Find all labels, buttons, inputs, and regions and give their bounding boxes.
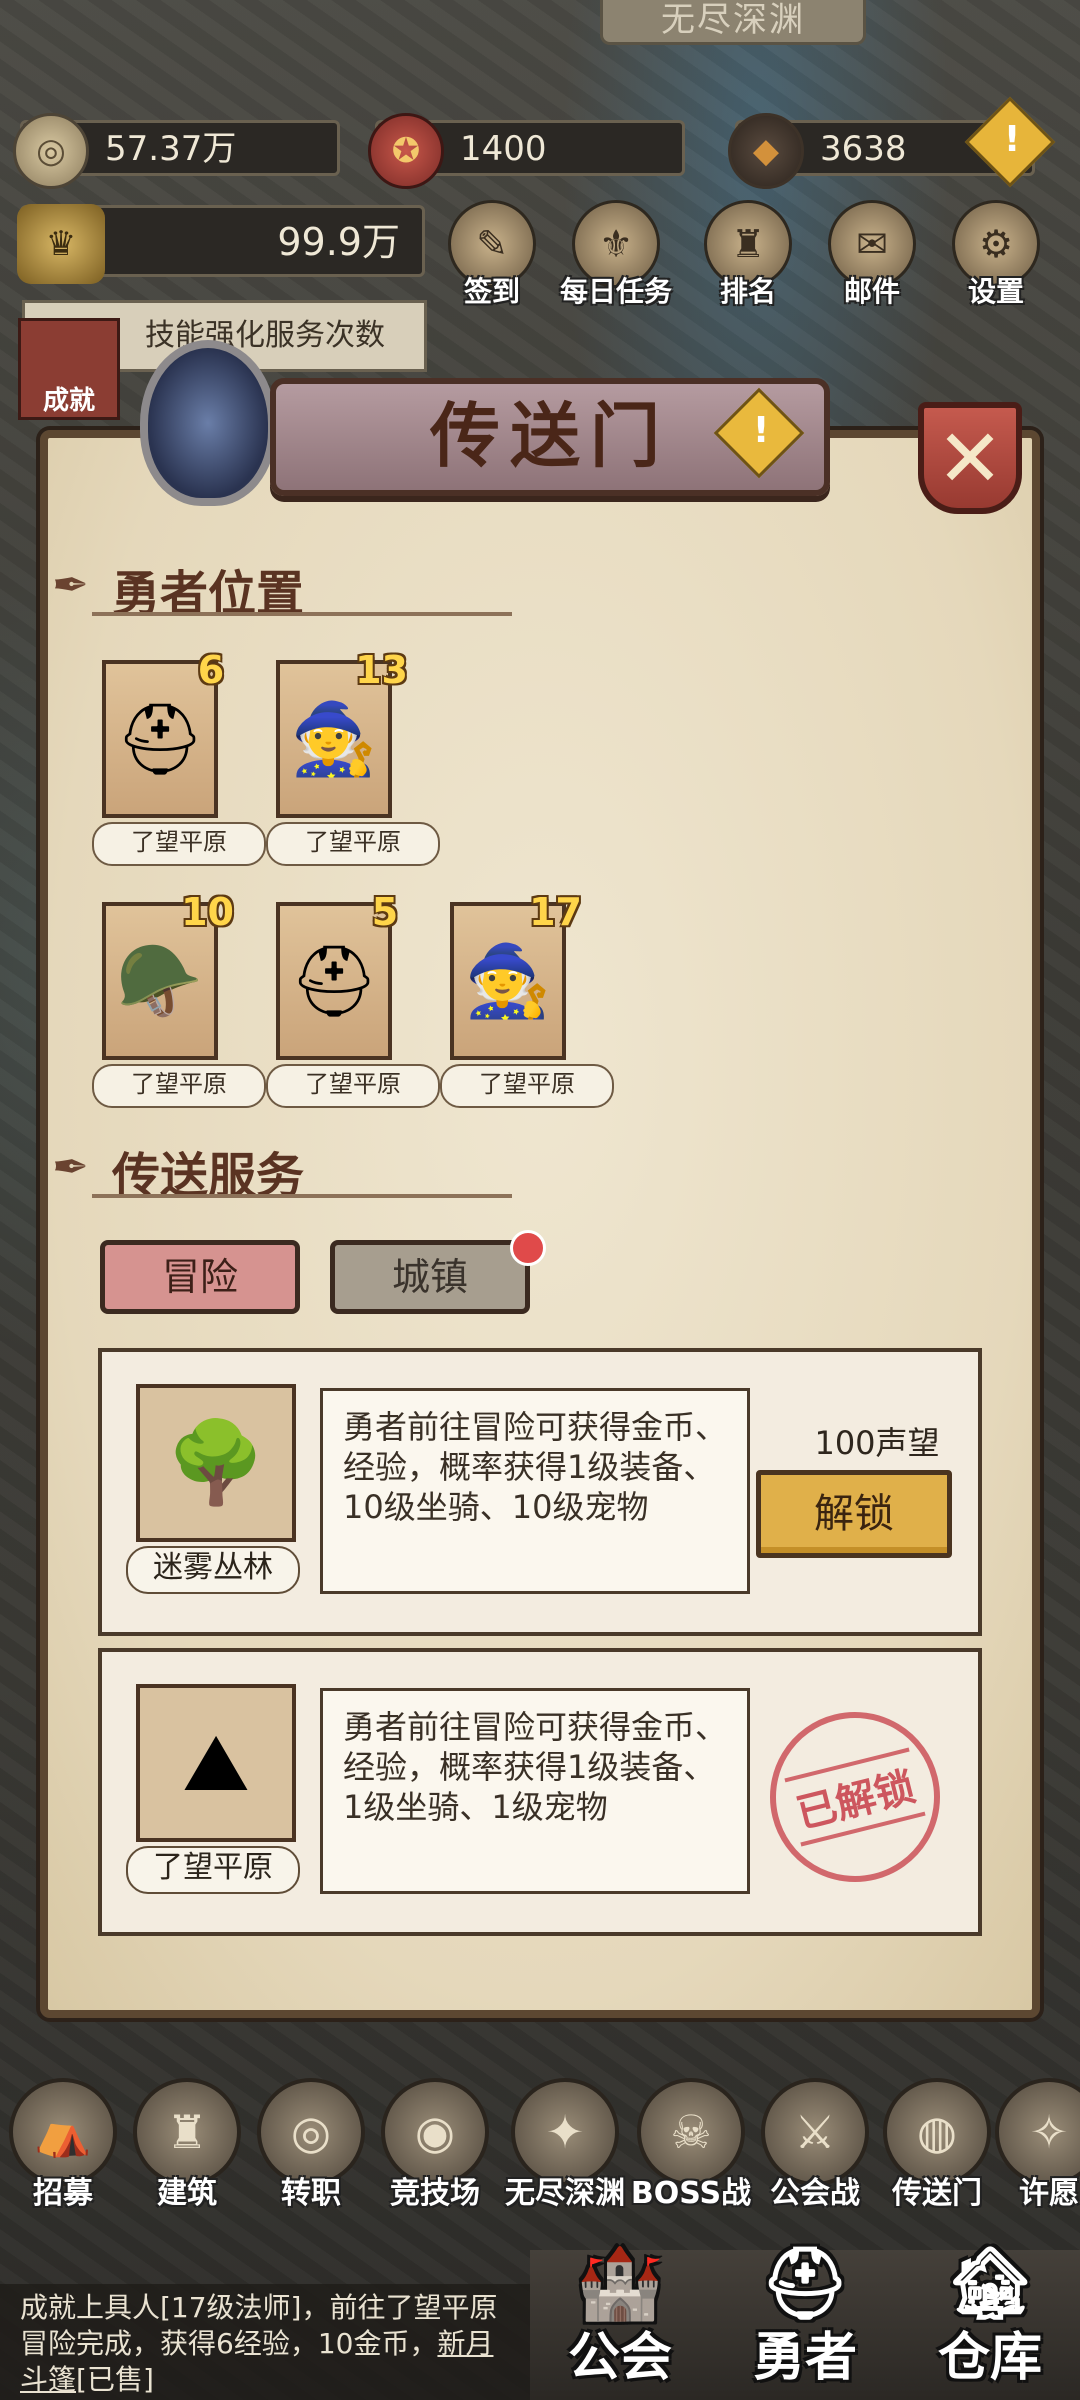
warehouse-icon: 🏚 [945,2242,1035,2324]
dark-crystal-icon: ◆ [728,113,804,189]
honor-counter[interactable]: ✪ 1400 [368,113,685,189]
service-section-header: ✒ 传送服务 [52,1136,512,1206]
hero-level: 17 [529,890,582,934]
main-tab-bar: 🏰 公会 ⛑ 勇者 🏚 仓库 [530,2242,1080,2400]
activity-log: 成就上具人[17级法师]，前往了望平原冒险完成，获得6经验，10金币，新月斗篷[… [0,2284,530,2400]
tab-guild[interactable]: 🏰 公会 [530,2242,710,2390]
service-description: 勇者前往冒险可获得金币、经验，概率获得1级装备、10级坐骑、10级宠物 [320,1388,750,1594]
boss-battle-button[interactable]: ☠ BOSS战 [631,2078,751,2212]
tab-adventure[interactable]: 冒险 [100,1240,300,1314]
daily-quest-button[interactable]: ⚜ 每日任务 [560,200,672,310]
mail-button[interactable]: ✉ 邮件 [828,200,916,310]
hero-location: 了望平原 [92,822,266,866]
hero-location: 了望平原 [266,822,440,866]
tab-storage[interactable]: 🏚 仓库 [900,2242,1080,2390]
hero-level: 13 [355,648,408,692]
abyss-button[interactable]: ✦ 无尽深渊 [505,2078,625,2212]
hero-card[interactable]: 🧙 17 了望平原 [440,890,614,1108]
unlock-button[interactable]: 解锁 [756,1470,952,1558]
info-alert-icon[interactable]: ! [713,387,805,479]
hero-level: 6 [197,648,225,692]
job-change-button[interactable]: ◎ 转职 [252,2078,370,2212]
ranking-button[interactable]: ♜ 排名 [704,200,792,310]
guild-hall-icon: 🏰 [576,2242,664,2324]
plain-island-icon: ⛰ [136,1684,296,1842]
quill-icon: ✒ [52,560,89,611]
recruit-button[interactable]: ⛺ 招募 [4,2078,122,2212]
gem-value: 3638 [820,129,907,169]
hero-location: 了望平原 [92,1064,266,1108]
settings-button[interactable]: ⚙ 设置 [952,200,1040,310]
gold-value: 57.37万 [105,129,237,169]
hero-location: 了望平原 [266,1064,440,1108]
service-cost: 100声望 [814,1424,940,1462]
close-icon: ✕ [936,411,1004,505]
portal-stone-icon [140,340,276,506]
hero-card[interactable]: 🪖 10 了望平原 [92,890,266,1108]
arena-button[interactable]: ◉ 竞技场 [376,2078,494,2212]
service-card-misty-jungle: 🌳 迷雾丛林 勇者前往冒险可获得金币、经验，概率获得1级装备、10级坐骑、10级… [98,1348,982,1636]
hero-card[interactable]: ⛑ 6 了望平原 [92,648,266,866]
hero-card[interactable]: 🧙 13 了望平原 [266,648,440,866]
tab-heroes[interactable]: ⛑ 勇者 [715,2242,895,2390]
power-value: 99.9万 [277,220,400,264]
power-emblem-icon: ♛ [17,204,105,284]
quill-icon: ✒ [52,1142,89,1193]
jungle-island-icon: 🌳 [136,1384,296,1542]
checkin-button[interactable]: ✎ 签到 [448,200,536,310]
hero-level: 5 [371,890,399,934]
hero-level: 10 [181,890,234,934]
wish-button[interactable]: ✧ 许愿 [990,2078,1080,2212]
bottom-feature-bar: ⛺ 招募 ♜ 建筑 ◎ 转职 ◉ 竞技场 ✦ 无尽深渊 ☠ BOSS战 ⚔ 公会… [0,2078,1080,2218]
service-name: 了望平原 [126,1846,300,1894]
gold-coin-icon: ◎ [13,113,89,189]
portal-button[interactable]: ◍ 传送门 [878,2078,996,2212]
heroes-section-header: ✒ 勇者位置 [52,554,512,624]
close-button[interactable]: ✕ [918,402,1022,514]
service-description: 勇者前往冒险可获得金币、经验，概率获得1级装备、1级坐骑、1级宠物 [320,1688,750,1894]
hero-card[interactable]: ⛑ 5 了望平原 [266,890,440,1108]
viking-helmet-icon: ⛑ [760,2242,850,2324]
hero-location: 了望平原 [440,1064,614,1108]
gold-counter[interactable]: ◎ 57.37万 [13,113,340,189]
notification-dot [510,1230,546,1266]
service-name: 迷雾丛林 [126,1546,300,1594]
service-card-lookout-plain: ⛰ 了望平原 勇者前往冒险可获得金币、经验，概率获得1级装备、1级坐骑、1级宠物… [98,1648,982,1936]
achievement-button[interactable]: 成就 [18,318,120,420]
zone-title: 无尽深渊 [600,0,866,45]
crest-icon: ✪ [368,113,444,189]
honor-value: 1400 [460,129,547,169]
guild-war-button[interactable]: ⚔ 公会战 [756,2078,874,2212]
unlocked-stamp: 已解锁 [751,1693,959,1901]
power-counter[interactable]: ♛ 99.9万 [17,204,425,284]
building-button[interactable]: ♜ 建筑 [128,2078,246,2212]
tab-town[interactable]: 城镇 [330,1240,530,1314]
